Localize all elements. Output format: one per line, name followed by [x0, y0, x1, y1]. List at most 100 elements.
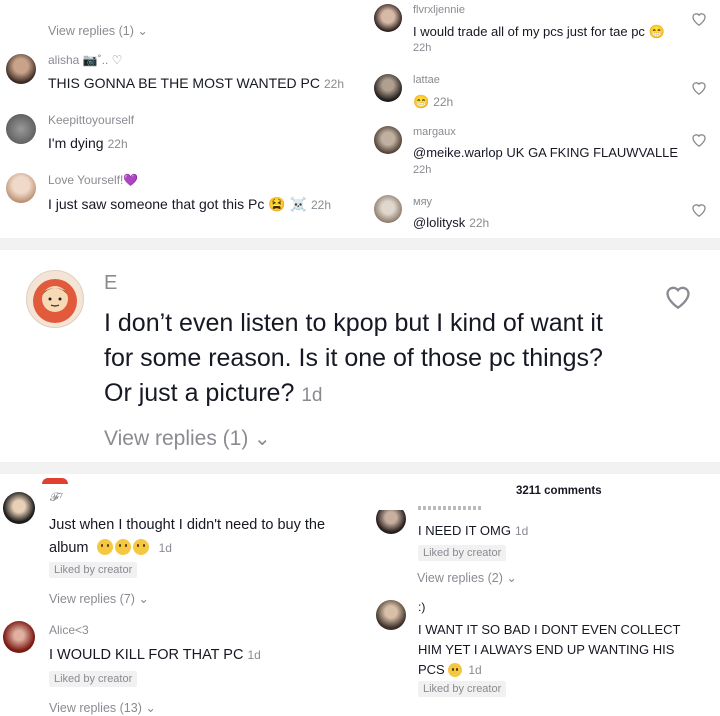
comment-username[interactable]: Alice<3 — [49, 623, 89, 637]
comment-username[interactable]: мяу — [413, 196, 432, 208]
heart-icon[interactable] — [691, 11, 707, 26]
avatar[interactable] — [374, 126, 402, 154]
liked-by-creator-badge: Liked by creator — [418, 545, 507, 561]
avatar[interactable] — [3, 492, 35, 524]
comment-text: I NEED IT OMG 1d — [418, 522, 528, 540]
comment-body: I NEED IT OMG — [418, 523, 511, 538]
comment-text: I'm dying 22h — [48, 134, 128, 153]
avatar[interactable] — [376, 600, 406, 630]
timestamp: 22h — [311, 198, 332, 212]
comment-body: @meike.warlop UK GA FKING FLAUWVALLE — [413, 145, 679, 160]
top-right-panel: flvrxljennie I would trade all of my pcs… — [360, 0, 720, 240]
emoji-icon: 😁 — [413, 94, 430, 109]
emoji-icon: 😫 ☠️ — [268, 196, 307, 212]
chevron-down-icon: ⌄ — [134, 592, 149, 606]
username-text: Love Yourself! — [48, 173, 124, 187]
comment-username[interactable]: flvrxljennie — [413, 4, 465, 16]
comment-text: 😁 22h — [413, 93, 453, 111]
tired-emoji-icon — [448, 662, 464, 677]
cartoon-avatar-icon — [33, 279, 77, 323]
comment-username[interactable]: 𝓕⁷ — [50, 490, 63, 505]
top-left-panel: View replies (1) ⌄ alisha 📷˚.. ♡ THIS GO… — [0, 0, 360, 240]
cut-off-username — [418, 506, 482, 510]
heart-icon[interactable] — [691, 80, 707, 95]
timestamp: 22h — [413, 42, 432, 54]
timestamp: 22h — [324, 77, 345, 91]
comment-text: @lolitysk 22h — [413, 214, 489, 232]
comment-body: I just saw someone that got this Pc — [48, 196, 265, 212]
username-suffix: 📷˚.. ♡ — [82, 53, 123, 67]
avatar[interactable] — [376, 510, 406, 534]
timestamp: 1d — [158, 541, 172, 555]
middle-panel: E I don’t even listen to kpop but I kind… — [0, 250, 720, 462]
crying-emoji-icon — [96, 539, 151, 556]
view-replies-link[interactable]: View replies (1) ⌄ — [104, 426, 271, 451]
comment-username[interactable]: margaux — [413, 126, 456, 138]
comment-username[interactable]: Love Yourself!💜 — [48, 173, 138, 187]
bottom-right-panel: 3211 comments I NEED IT OMG 1d Liked by c… — [362, 474, 720, 716]
chevron-down-icon: ⌄ — [248, 428, 271, 450]
heart-icon[interactable] — [691, 202, 707, 217]
view-replies-link[interactable]: View replies (1) ⌄ — [48, 23, 148, 38]
heart-icon[interactable] — [664, 283, 692, 309]
liked-by-creator-badge: Liked by creator — [418, 681, 507, 697]
view-replies-label: View replies (7) — [49, 592, 135, 606]
comment-line: Or just a picture? — [104, 379, 295, 407]
view-replies-link[interactable]: View replies (2) ⌄ — [417, 570, 517, 585]
view-replies-label: View replies (1) — [104, 427, 249, 450]
section-divider — [0, 238, 720, 250]
comment-text: I would trade all of my pcs just for tae… — [413, 23, 665, 41]
comment-username[interactable]: :) — [418, 600, 425, 614]
avatar[interactable] — [3, 621, 35, 653]
purple-heart-icon: 💜 — [123, 173, 139, 187]
comment-text: @meike.warlop UK GA FKING FLAUWVALLE — [413, 144, 678, 162]
red-avatar-edge — [42, 478, 68, 484]
view-replies-label: View replies (2) — [417, 571, 503, 585]
comment-text: Just when I thought I didn't need to buy… — [49, 514, 325, 560]
username-text: alisha — [48, 53, 80, 67]
comment-body: I WOULD KILL FOR THAT PC — [49, 647, 244, 663]
bottom-left-panel: 𝓕⁷ Just when I thought I didn't need to … — [0, 474, 362, 716]
comment-line: for some reason. Is it one of those pc t… — [104, 344, 603, 372]
chevron-down-icon: ⌄ — [133, 24, 148, 38]
timestamp: 22h — [469, 216, 490, 230]
view-replies-link[interactable]: View replies (13) ⌄ — [49, 700, 156, 715]
heart-icon[interactable] — [691, 132, 707, 147]
avatar[interactable] — [6, 54, 36, 84]
comment-body: THIS GONNA BE THE MOST WANTED PC — [48, 75, 320, 91]
comment-text: I just saw someone that got this Pc 😫 ☠️… — [48, 195, 331, 214]
view-replies-label: View replies (1) — [48, 24, 134, 38]
timestamp: 1d — [301, 385, 323, 406]
emoji-icon: 😁 — [648, 24, 665, 39]
avatar[interactable] — [26, 270, 84, 328]
comment-body: @lolitysk — [413, 215, 466, 230]
comment-text: I WOULD KILL FOR THAT PC 1d — [49, 646, 261, 664]
avatar[interactable] — [374, 195, 402, 223]
liked-by-creator-badge: Liked by creator — [49, 562, 138, 578]
comment-line: I WANT IT SO BAD I DONT EVEN COLLECT — [418, 622, 681, 637]
liked-by-creator-badge: Liked by creator — [49, 671, 138, 687]
chevron-down-icon: ⌄ — [502, 571, 517, 585]
timestamp: 1d — [514, 524, 529, 538]
timestamp: 22h — [107, 137, 128, 151]
avatar[interactable] — [374, 74, 402, 102]
view-replies-link[interactable]: View replies (7) ⌄ — [49, 591, 149, 606]
view-replies-label: View replies (13) — [49, 701, 142, 715]
comment-body: I would trade all of my pcs just for tae… — [413, 24, 645, 39]
comment-username[interactable]: lattae — [413, 74, 440, 86]
comment-line: I don’t even listen to kpop but I kind o… — [104, 309, 603, 337]
timestamp: 22h — [413, 164, 432, 176]
comment-text: THIS GONNA BE THE MOST WANTED PC 22h — [48, 74, 344, 93]
avatar[interactable] — [374, 4, 402, 32]
comment-username[interactable]: alisha 📷˚.. ♡ — [48, 53, 122, 67]
comment-text: I don’t even listen to kpop but I kind o… — [104, 306, 603, 413]
avatar[interactable] — [6, 173, 36, 203]
section-divider — [0, 462, 720, 474]
avatar[interactable] — [6, 114, 36, 144]
comments-count-header: 3211 comments — [516, 485, 602, 497]
comment-line: PCS — [418, 662, 445, 677]
chevron-down-icon: ⌄ — [141, 701, 156, 715]
comment-username[interactable]: E — [104, 272, 117, 295]
comment-line: HIM YET I ALWAYS END UP WANTING HIS — [418, 642, 675, 657]
comment-username[interactable]: Keepittoyourself — [48, 113, 134, 127]
